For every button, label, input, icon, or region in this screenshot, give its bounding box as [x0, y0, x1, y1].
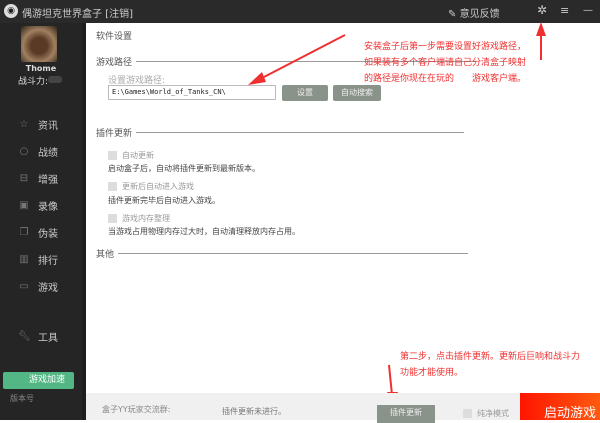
- bottom-bar: 盒子YY玩家交流群: 插件更新未进行。 插件更新 纯净模式: [82, 393, 520, 423]
- plugin-update-button[interactable]: 插件更新: [377, 405, 435, 423]
- arrow-head: [248, 72, 266, 85]
- pure-mode-checkbox[interactable]: 纯净模式: [463, 408, 509, 419]
- arrow-to-update: [388, 364, 393, 396]
- annotation-arrows: [248, 22, 546, 405]
- arrow-to-path-input: [261, 34, 346, 79]
- arrow-head: [536, 22, 546, 36]
- qq-group-label: 盒子YY玩家交流群:: [102, 405, 171, 414]
- start-game-button[interactable]: 启动游戏: [520, 393, 600, 420]
- checkbox-box: [463, 409, 472, 418]
- update-status: 插件更新未进行。: [222, 407, 286, 416]
- checkbox-label: 纯净模式: [477, 409, 509, 418]
